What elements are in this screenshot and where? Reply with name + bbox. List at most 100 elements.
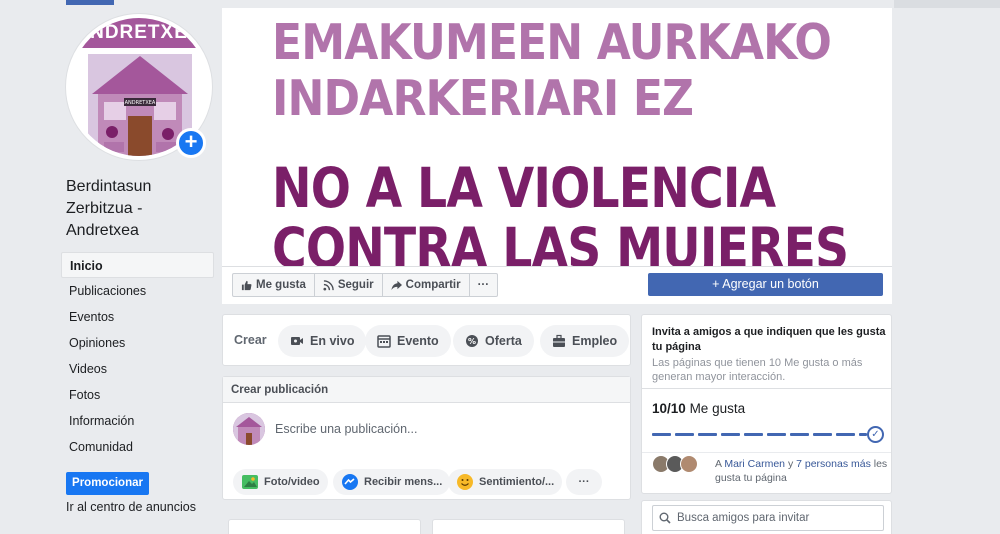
cover-photo[interactable]: EMAKUMEEN AURKAKO INDARKERIARI EZ NO A L…: [222, 8, 892, 266]
top-tab-indicator: [66, 0, 114, 5]
feeling-label: Sentimiento/...: [479, 476, 555, 488]
offer-icon: %: [466, 335, 478, 347]
more-actions-button[interactable]: ···: [470, 274, 498, 296]
likes-progress-bar: ✓: [652, 426, 884, 444]
create-event-label: Evento: [397, 334, 439, 348]
post-composer: Crear publicación Escribe una publicació…: [222, 376, 631, 500]
share-arrow-icon: [391, 280, 402, 290]
create-event-button[interactable]: Evento: [365, 325, 451, 357]
page-actions-group: Me gusta Seguir Compartir ···: [232, 273, 499, 297]
progress-segment: [744, 433, 763, 436]
sidebar-item-videos[interactable]: Videos: [61, 356, 214, 382]
add-photo-button[interactable]: +: [176, 128, 206, 158]
cover-text-line-2: INDARKERIARI EZ: [272, 70, 694, 127]
progress-segment: [767, 433, 786, 436]
progress-segment: [859, 433, 867, 436]
avatar: [680, 455, 698, 473]
sidebar-nav: Inicio Publicaciones Eventos Opiniones V…: [61, 252, 214, 460]
more-icon: ···: [477, 279, 490, 291]
like-button[interactable]: Me gusta: [233, 274, 315, 296]
sidebar-item-comunidad[interactable]: Comunidad: [61, 434, 214, 460]
photo-video-label: Foto/video: [264, 476, 320, 488]
calendar-icon: [377, 335, 391, 348]
create-live-label: En vivo: [310, 334, 355, 348]
invite-subtitle: Las páginas que tienen 10 Me gusta o más…: [652, 357, 863, 383]
briefcase-icon: [553, 334, 565, 347]
add-button-cta[interactable]: + Agregar un botón: [648, 273, 883, 296]
post-card-stub: [432, 519, 625, 534]
page-title[interactable]: Berdintasun Zerbitzua - Andretxea: [66, 176, 216, 242]
likes-count: 10/10: [652, 401, 686, 416]
progress-segment: [790, 433, 809, 436]
photo-icon: [242, 475, 258, 489]
sidebar-item-fotos[interactable]: Fotos: [61, 382, 214, 408]
friend-name-link[interactable]: Mari Carmen: [724, 458, 785, 470]
search-icon: [659, 512, 671, 524]
house-sign-text: ANDRETXEA: [125, 100, 156, 106]
cover-text-line-1: EMAKUMEEN AURKAKO: [272, 14, 832, 71]
checkmark-icon: ✓: [867, 426, 884, 443]
create-offer-label: Oferta: [485, 334, 522, 348]
svg-text:%: %: [468, 337, 476, 346]
progress-segment: [652, 433, 671, 436]
composer-more-button[interactable]: ···: [566, 469, 602, 495]
friends-like-text: A Mari Carmen y 7 personas más les gusta…: [715, 457, 890, 485]
friends-prefix: A: [715, 458, 725, 470]
divider: [642, 452, 891, 453]
friends-and: y: [785, 458, 797, 470]
avatar: [233, 413, 265, 445]
live-video-icon: [291, 337, 303, 345]
rss-icon: [323, 279, 334, 291]
page-action-bar: Me gusta Seguir Compartir ··· + Agregar …: [222, 266, 892, 304]
search-placeholder: Busca amigos para invitar: [677, 512, 810, 524]
more-people-link[interactable]: 7 personas más: [796, 458, 871, 470]
add-button-label: Agregar un botón: [722, 277, 819, 291]
sidebar-item-inicio[interactable]: Inicio: [61, 252, 214, 278]
create-panel: Crear En vivo Evento % Oferta Empleo: [222, 314, 631, 366]
sidebar-item-publicaciones[interactable]: Publicaciones: [61, 278, 214, 304]
progress-segment: [813, 433, 832, 436]
friends-avatars: [652, 455, 712, 475]
house-thumbnail-icon: [233, 413, 265, 445]
sidebar-item-eventos[interactable]: Eventos: [61, 304, 214, 330]
composer-header: Crear publicación: [223, 377, 630, 403]
sidebar-item-opiniones[interactable]: Opiniones: [61, 330, 214, 356]
share-label: Compartir: [405, 279, 461, 291]
messenger-icon: [342, 474, 358, 490]
create-offer-button[interactable]: % Oferta: [453, 325, 534, 357]
top-bar-fragment: [894, 0, 1000, 8]
profile-picture[interactable]: NDRETXE ANDRETXEA +: [66, 14, 212, 160]
follow-button[interactable]: Seguir: [315, 274, 383, 296]
progress-segment: [721, 433, 740, 436]
get-messages-label: Recibir mens...: [364, 476, 443, 488]
cover-text-line-3: NO A LA VIOLENCIA: [272, 156, 776, 220]
progress-segment: [698, 433, 717, 436]
divider: [642, 388, 891, 389]
progress-segment: [836, 433, 855, 436]
cover-text-line-4: CONTRA LAS MUJERES: [272, 216, 849, 266]
like-label: Me gusta: [256, 279, 306, 291]
promote-button[interactable]: Promocionar: [66, 472, 149, 495]
invite-title: Invita a amigos a que indiquen que les g…: [652, 326, 886, 353]
likes-count-label: Me gusta: [689, 401, 746, 416]
get-messages-button[interactable]: Recibir mens...: [333, 469, 451, 495]
invite-friends-card: Invita a amigos a que indiquen que les g…: [641, 314, 892, 494]
create-job-button[interactable]: Empleo: [540, 325, 630, 357]
more-icon: ···: [578, 476, 590, 488]
sidebar-item-informacion[interactable]: Información: [61, 408, 214, 434]
share-button[interactable]: Compartir: [383, 274, 470, 296]
feeling-button[interactable]: Sentimiento/...: [448, 469, 563, 495]
ads-center-link[interactable]: Ir al centro de anuncios: [66, 500, 196, 514]
avatar-banner-text: NDRETXE: [70, 18, 208, 48]
likes-count-row: 10/10 Me gusta: [652, 401, 745, 416]
photo-video-button[interactable]: Foto/video: [233, 469, 328, 495]
follow-label: Seguir: [337, 279, 374, 291]
smiley-icon: [457, 474, 473, 490]
friend-search-input[interactable]: Busca amigos para invitar: [652, 505, 884, 531]
post-card-stub: [228, 519, 421, 534]
progress-segment: [675, 433, 694, 436]
create-label: Crear: [234, 333, 267, 347]
create-live-button[interactable]: En vivo: [278, 325, 367, 357]
composer-input[interactable]: Escribe una publicación...: [275, 422, 417, 436]
invite-search-card: Busca amigos para invitar: [641, 500, 892, 534]
